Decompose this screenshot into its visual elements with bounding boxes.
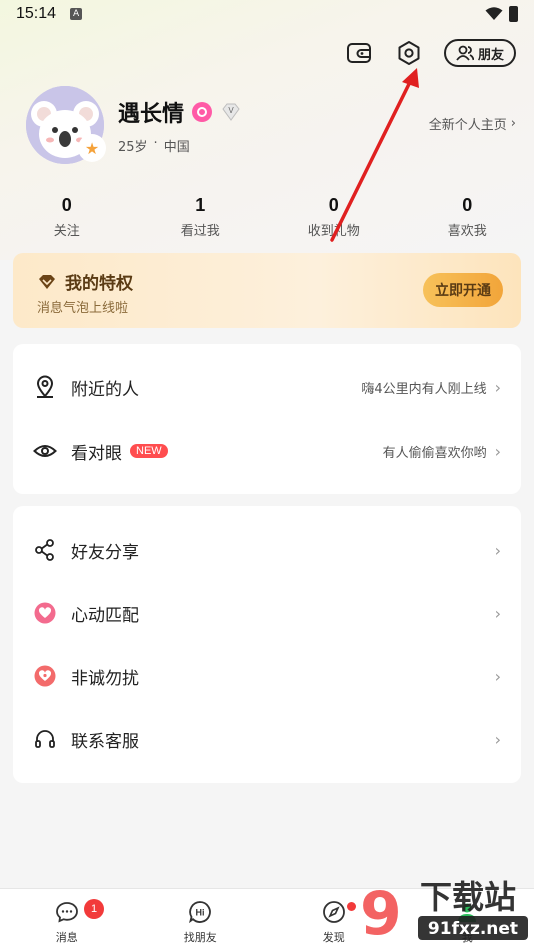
diamond-v-icon: V: [220, 101, 242, 123]
if-you-are-the-one-row[interactable]: 非诚勿扰 ›: [13, 651, 521, 701]
heart-match-icon: [33, 601, 57, 625]
wallet-icon: [346, 43, 371, 63]
chevron-right-icon: ›: [494, 540, 501, 560]
watermark-sub: 91fxz.net: [428, 919, 518, 939]
compass-icon: [321, 899, 347, 925]
site-watermark-logo: 9 下载站 91fxz.net: [360, 878, 528, 948]
nearby-card: 附近的人 嗨4公里内有人刚上线 › 看对眼 NEW 有人偷偷喜欢你哟 ›: [13, 344, 521, 494]
row-label: 附近的人: [71, 379, 139, 400]
settings-hexagon-icon: [398, 41, 420, 65]
match-eyes-row[interactable]: 看对眼 NEW 有人偷偷喜欢你哟 ›: [13, 426, 521, 476]
watermark-main: 下载站: [420, 878, 516, 916]
chevron-right-icon: ›: [494, 603, 501, 623]
heart-badge-icon: [33, 664, 57, 688]
sim-icon: A: [70, 8, 83, 20]
name-row: 遇长情 V: [118, 96, 242, 128]
vip-activate-button[interactable]: 立即开通: [423, 273, 503, 307]
vip-subtitle: 消息气泡上线啦: [37, 301, 129, 316]
stat-label: 看过我: [180, 224, 220, 239]
row-label: 好友分享: [71, 542, 139, 563]
hi-icon: Hi: [187, 899, 213, 925]
vip-privilege-card[interactable]: 我的特权 消息气泡上线啦 立即开通: [13, 253, 521, 328]
chevron-right-icon: ›: [494, 729, 501, 749]
row-label: 看对眼: [71, 443, 122, 464]
stat-visitors[interactable]: 1 看过我: [134, 195, 268, 239]
vip-title: 我的特权: [65, 274, 133, 294]
profile-separator: ·: [153, 136, 158, 151]
eye-icon: [33, 439, 57, 463]
stat-value: 0: [462, 195, 473, 215]
profile-age: 25岁: [118, 140, 148, 155]
battery-icon: [509, 6, 518, 22]
wallet-button[interactable]: [344, 38, 374, 68]
profile-name: 遇长情: [118, 102, 185, 127]
tab-label: 消息: [55, 931, 78, 944]
tab-label: 发现: [322, 931, 345, 944]
unread-badge: 1: [84, 899, 104, 919]
nearby-people-row[interactable]: 附近的人 嗨4公里内有人刚上线 ›: [13, 362, 521, 412]
friend-share-row[interactable]: 好友分享 ›: [13, 525, 521, 575]
stat-value: 0: [61, 195, 72, 215]
chat-badge-icon: [192, 102, 213, 122]
stat-gifts[interactable]: 0 收到礼物: [267, 195, 401, 239]
location-pin-icon: [33, 375, 57, 399]
diamond-icon: [39, 274, 55, 289]
row-label: 心动匹配: [71, 605, 139, 626]
avatar-wand-icon: ★: [78, 134, 106, 162]
svg-text:Hi: Hi: [196, 908, 205, 918]
stat-label: 关注: [53, 224, 80, 239]
profile-subinfo: 25岁 · 中国: [118, 136, 190, 155]
row-hint: 嗨4公里内有人刚上线: [361, 381, 487, 397]
stat-label: 收到礼物: [307, 224, 360, 239]
tab-messages[interactable]: 消息 1: [0, 889, 134, 950]
settings-button[interactable]: [394, 38, 424, 68]
message-icon: [54, 899, 80, 925]
row-hint: 有人偷偷喜欢你哟: [382, 445, 487, 461]
status-indicators: [485, 6, 518, 22]
status-bar: 15:14 A: [0, 0, 534, 28]
share-icon: [33, 538, 57, 562]
friends-button[interactable]: 朋友: [443, 39, 516, 67]
tab-find-friends[interactable]: Hi 找朋友: [134, 889, 268, 950]
row-label: 非诚勿扰: [71, 668, 139, 689]
status-time: 15:14: [16, 5, 57, 22]
watermark-prefix: 9: [360, 879, 402, 948]
friends-label: 朋友: [477, 47, 504, 63]
tab-label: 找朋友: [183, 931, 217, 944]
stat-value: 1: [195, 195, 206, 215]
profile-location: 中国: [163, 140, 190, 155]
homepage-link[interactable]: 全新个人主页 ›: [429, 114, 516, 133]
friends-icon: [456, 45, 474, 61]
new-content-dot: [347, 902, 356, 911]
stat-value: 0: [328, 195, 339, 215]
wifi-icon: [485, 7, 503, 20]
v-badge-text: V: [228, 106, 234, 115]
stat-following[interactable]: 0 关注: [0, 195, 134, 239]
customer-service-row[interactable]: 联系客服 ›: [13, 714, 521, 764]
headset-icon: [33, 727, 57, 751]
new-badge: NEW: [130, 444, 168, 458]
chevron-right-icon: ›: [510, 116, 516, 131]
services-card: 好友分享 › 心动匹配 › 非诚勿扰 › 联系客服 ›: [13, 506, 521, 783]
chevron-right-icon: ›: [494, 441, 501, 461]
stat-likes[interactable]: 0 喜欢我: [401, 195, 534, 239]
heart-match-row[interactable]: 心动匹配 ›: [13, 588, 521, 638]
homepage-link-label: 全新个人主页: [428, 118, 507, 133]
header-actions: 朋友: [344, 38, 516, 68]
row-label: 联系客服: [71, 731, 139, 752]
vip-title-row: 我的特权: [37, 269, 133, 294]
stats-row: 0 关注 1 看过我 0 收到礼物 0 喜欢我: [0, 195, 534, 239]
stat-label: 喜欢我: [447, 224, 487, 239]
chevron-right-icon: ›: [494, 666, 501, 686]
chevron-right-icon: ›: [494, 377, 501, 397]
profile-section: ★ 遇长情 V 25岁 · 中国 全新个人主页 ›: [26, 86, 516, 166]
